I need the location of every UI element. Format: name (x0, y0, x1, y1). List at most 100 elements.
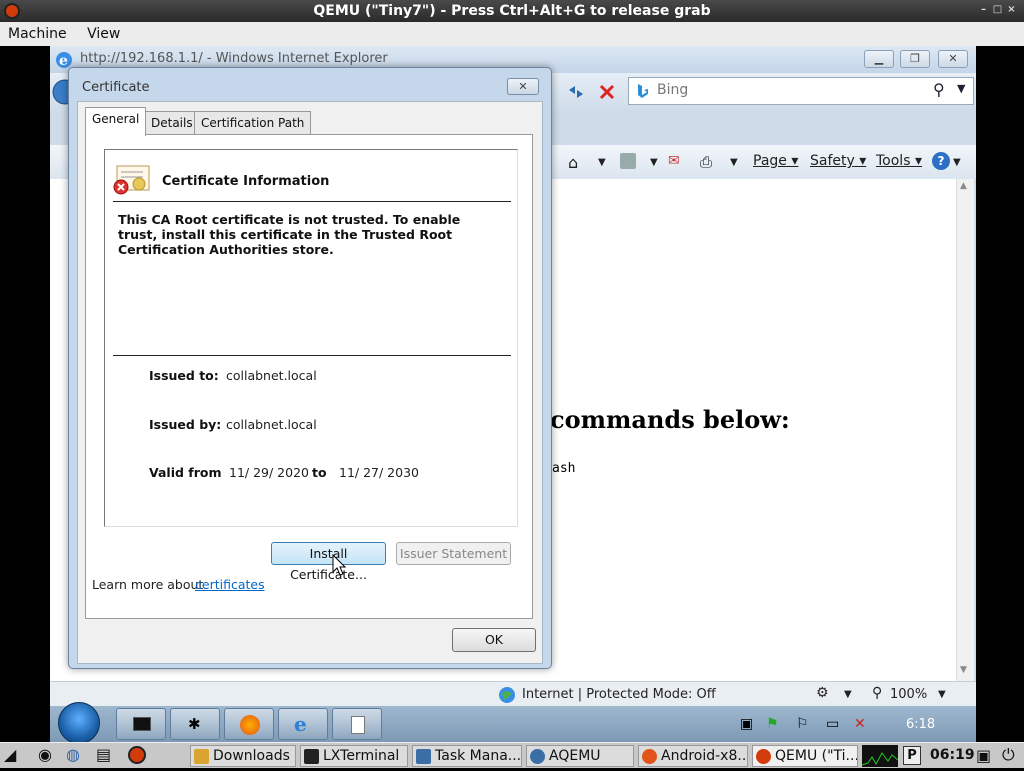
ok-button[interactable]: OK (452, 628, 536, 652)
certificate-info-box: Certificate Information This CA Root cer… (104, 149, 518, 527)
zoom-dropdown-icon[interactable]: ▼ (938, 689, 946, 700)
menu-machine[interactable]: Machine (0, 22, 75, 46)
help-dropdown-icon[interactable]: ▼ (953, 157, 961, 168)
bug-icon: ✱ (188, 715, 201, 733)
firefox-icon (240, 715, 260, 735)
zone-status-text[interactable]: Internet | Protected Mode: Off (522, 687, 716, 702)
ie-restore-button[interactable]: ❐ (900, 50, 930, 68)
qemu-menubar: Machine View (0, 22, 1024, 46)
refresh-icon[interactable] (565, 82, 587, 102)
taskbar-app-button[interactable]: ✱ (170, 708, 220, 740)
safety-menu[interactable]: Safety ▾ (810, 153, 866, 169)
taskbar-cmd-button[interactable] (116, 708, 166, 740)
issued-by-label: Issued by: (149, 417, 222, 432)
mouse-cursor-icon (332, 554, 347, 576)
qemu-title-bar[interactable]: QEMU ("Tiny7") - Press Ctrl+Alt+G to rel… (0, 0, 1024, 22)
windows-clock[interactable]: 6:18 (906, 717, 935, 732)
taskbar-notepad-button[interactable] (332, 708, 382, 740)
qemu-icon (756, 749, 771, 764)
maximize-icon[interactable]: □ (992, 5, 1003, 16)
host-task-qemu[interactable]: QEMU ("Ti... (752, 745, 858, 767)
host-menu-icon[interactable]: ◢ (4, 745, 16, 764)
tab-certification-path[interactable]: Certification Path (194, 111, 312, 135)
help-icon[interactable]: ? (932, 152, 950, 170)
clipboard-p-icon[interactable]: P (903, 746, 921, 765)
document-icon (351, 716, 365, 734)
safety-menu-label: Safety (810, 153, 855, 169)
print-icon[interactable]: ⎙ (700, 153, 712, 171)
task-manager-icon (416, 749, 431, 764)
info-heading: Certificate Information (162, 174, 330, 189)
host-power-icon[interactable]: ⏻ (1002, 745, 1015, 765)
tray-volume-muted-icon[interactable]: ✕ (854, 716, 866, 732)
host-task-downloads[interactable]: Downloads (190, 745, 296, 767)
host-task-label: LXTerminal (323, 748, 400, 764)
host-task-label: AQEMU (549, 748, 601, 764)
popup-dropdown-icon[interactable]: ▼ (844, 689, 852, 700)
feeds-icon[interactable] (620, 153, 636, 169)
valid-to-label: to (312, 465, 327, 480)
host-task-taskmanager[interactable]: Task Mana... (412, 745, 522, 767)
host-task-aqemu[interactable]: AQEMU (526, 745, 634, 767)
home-dropdown-icon[interactable]: ▼ (598, 157, 606, 168)
print-dropdown-icon[interactable]: ▼ (730, 157, 738, 168)
scroll-up-icon[interactable]: ▲ (960, 181, 967, 191)
bing-icon (638, 84, 648, 98)
host-desktop-icon[interactable]: ▤ (96, 745, 111, 764)
host-network-icon[interactable]: ◉ (38, 745, 52, 764)
taskbar-ie-button[interactable]: e (278, 708, 328, 740)
cpu-graph-icon (861, 752, 899, 766)
aqemu-icon (530, 749, 545, 764)
issued-to-value: collabnet.local (226, 368, 317, 383)
tools-menu[interactable]: Tools ▾ (876, 153, 922, 169)
minimize-icon[interactable]: – (978, 5, 989, 16)
dialog-close-button[interactable]: ✕ (507, 78, 539, 95)
host-task-label: QEMU ("Ti... (775, 748, 858, 764)
feeds-dropdown-icon[interactable]: ▼ (650, 157, 658, 168)
search-box[interactable]: Bing ⚲ ▼ (628, 77, 974, 105)
scroll-down-icon[interactable]: ▼ (960, 665, 967, 675)
tab-details[interactable]: Details (144, 111, 200, 135)
host-clock[interactable]: 06:19 (930, 747, 975, 763)
host-lock-screen-icon[interactable]: ▣ (976, 746, 991, 765)
host-task-label: Downloads (213, 748, 290, 764)
terminal-icon (304, 749, 319, 764)
tray-display-icon[interactable]: ▭ (826, 716, 839, 732)
ie-close-button[interactable]: ✕ (938, 50, 968, 68)
valid-to-value: 11/ 27/ 2030 (339, 465, 419, 480)
zoom-level[interactable]: 100% (890, 687, 927, 702)
search-dropdown-icon[interactable]: ▼ (957, 82, 965, 95)
windows-taskbar: ✱ e ▣ ⚑ ⚐ ▭ ✕ 6:18 (50, 702, 976, 744)
tab-general[interactable]: General (85, 107, 147, 136)
popup-blocker-icon[interactable]: ⚙ (816, 685, 829, 701)
host-browser-icon[interactable]: ◍ (66, 745, 80, 764)
cpu-monitor-graph (861, 745, 899, 767)
start-button[interactable] (58, 702, 100, 744)
details-divider (113, 355, 511, 356)
close-icon[interactable]: × (1006, 5, 1017, 16)
tray-action-center-icon[interactable]: ⚑ (766, 716, 779, 732)
host-qemu-launcher-icon[interactable] (128, 746, 146, 764)
general-tab-panel: Certificate Information This CA Root cer… (85, 134, 533, 619)
qemu-app-icon (4, 3, 20, 19)
mail-icon[interactable]: ✉ (668, 153, 680, 169)
install-certificate-button[interactable]: Install Certificate... (271, 542, 386, 582)
taskbar-firefox-button[interactable] (224, 708, 274, 740)
search-icon[interactable]: ⚲ (933, 80, 945, 99)
cmd-icon (133, 717, 151, 731)
untrusted-certificate-icon (113, 165, 150, 195)
certificates-link[interactable]: certificates (195, 577, 265, 592)
stop-icon[interactable] (597, 82, 617, 102)
valid-from-value: 11/ 29/ 2020 (229, 465, 309, 480)
scrollbar[interactable]: ▲ ▼ (956, 179, 974, 681)
host-task-lxterminal[interactable]: LXTerminal (300, 745, 408, 767)
content-heading-fragment: commands below: (550, 405, 790, 434)
home-icon[interactable]: ⌂ (568, 153, 578, 172)
tray-flag-icon[interactable]: ⚐ (796, 716, 809, 732)
tray-network-icon[interactable]: ▣ (740, 716, 753, 732)
menu-view[interactable]: View (79, 22, 128, 46)
ie-status-bar: Internet | Protected Mode: Off ⚙ ▼ ⚲ 100… (50, 681, 976, 707)
ie-minimize-button[interactable]: ▁ (864, 50, 894, 68)
page-menu[interactable]: Page ▾ (753, 153, 798, 169)
host-task-android[interactable]: Android-x8... (638, 745, 748, 767)
